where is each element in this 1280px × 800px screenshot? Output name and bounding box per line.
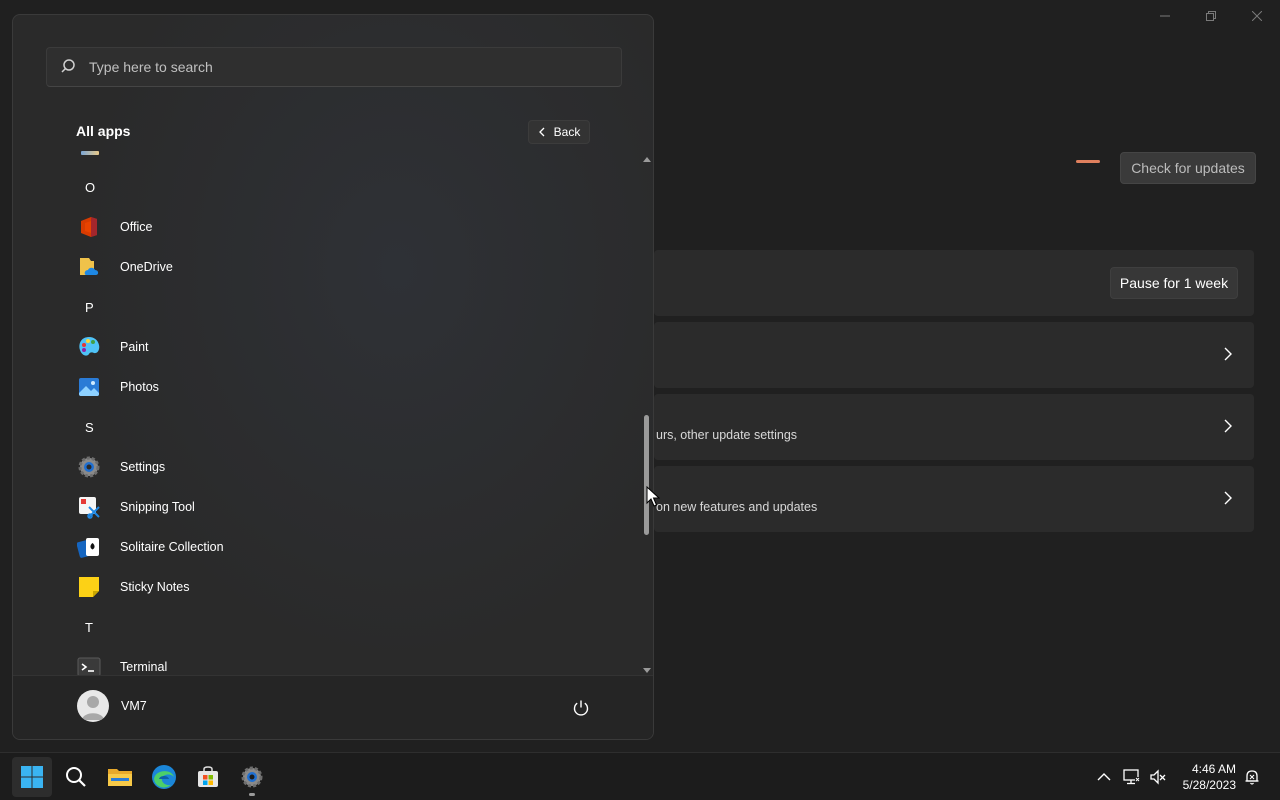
pause-updates-card: Pause for 1 week <box>654 250 1254 316</box>
user-name[interactable]: VM7 <box>121 699 147 713</box>
solitaire-icon <box>77 538 99 558</box>
app-label: Sticky Notes <box>120 580 190 594</box>
app-list-scrollbar[interactable] <box>640 155 653 675</box>
app-item-terminal[interactable]: Terminal <box>71 649 631 675</box>
start-button[interactable] <box>12 757 52 797</box>
card-subtext: on new features and updates <box>656 500 818 514</box>
letter-label: S <box>85 419 94 435</box>
letter-label: P <box>85 299 94 315</box>
office-icon <box>81 217 97 237</box>
app-item-settings[interactable]: Settings <box>71 449 631 485</box>
photos-icon <box>79 378 99 396</box>
file-explorer-icon <box>108 769 132 786</box>
edge-icon <box>152 765 176 789</box>
chevron-right-icon <box>1224 347 1232 361</box>
mouse-cursor-icon <box>646 486 660 507</box>
check-for-updates-button[interactable]: Check for updates <box>1120 152 1256 184</box>
user-avatar[interactable] <box>77 690 109 722</box>
taskbar-settings[interactable] <box>232 757 272 797</box>
sticky-notes-icon <box>79 577 99 597</box>
user-icon <box>82 696 104 720</box>
start-icon <box>21 766 43 788</box>
onedrive-icon <box>80 258 99 275</box>
search-box[interactable] <box>46 47 622 87</box>
advanced-options-card[interactable]: urs, other update settings <box>654 394 1254 460</box>
running-indicator <box>249 793 255 796</box>
minimize-button[interactable] <box>1142 4 1188 28</box>
app-item-snipping-tool[interactable]: Snipping Tool <box>71 489 631 525</box>
app-item-paint[interactable]: Paint <box>71 329 631 365</box>
chevron-right-icon <box>1224 491 1232 505</box>
taskbar-edge[interactable] <box>144 757 184 797</box>
show-hidden-icons-button[interactable] <box>1094 767 1114 787</box>
network-button[interactable] <box>1122 767 1142 787</box>
card-subtext: urs, other update settings <box>656 428 798 442</box>
paint-icon <box>79 337 100 356</box>
volume-button[interactable] <box>1148 767 1168 787</box>
app-label: OneDrive <box>120 260 173 274</box>
scroll-thumb[interactable] <box>644 415 649 535</box>
search-icon <box>66 767 86 787</box>
taskbar-search-button[interactable] <box>56 757 96 797</box>
power-button[interactable] <box>567 694 595 722</box>
app-item-onedrive[interactable]: OneDrive <box>71 249 631 285</box>
taskbar-clock[interactable]: 4:46 AM 5/28/2023 <box>1176 761 1236 793</box>
app-label: Settings <box>120 460 166 474</box>
letter-header-t[interactable]: T <box>71 609 631 645</box>
app-label: Office <box>120 220 153 234</box>
back-button[interactable]: Back <box>528 120 590 144</box>
update-status-accent <box>1076 160 1100 163</box>
letter-header-p[interactable]: P <box>71 289 631 325</box>
clock-date: 5/28/2023 <box>1182 778 1236 792</box>
notification-bell-icon <box>1245 770 1259 785</box>
settings-icon <box>78 456 100 478</box>
search-input[interactable] <box>89 59 589 75</box>
search-icon <box>61 59 75 73</box>
insider-program-card[interactable]: on new features and updates <box>654 466 1254 532</box>
app-label: Terminal <box>120 660 168 674</box>
letter-header-o[interactable]: O <box>71 169 631 205</box>
app-list: O Office OneDrive P Paint Photos S Setti… <box>13 145 639 675</box>
power-icon <box>573 700 589 716</box>
chevron-left-icon <box>538 127 545 137</box>
letter-header-s[interactable]: S <box>71 409 631 445</box>
app-item-photos[interactable]: Photos <box>71 369 631 405</box>
snipping-tool-icon <box>79 497 100 519</box>
letter-label: T <box>85 619 93 635</box>
chevron-right-icon <box>1224 419 1232 433</box>
start-menu-footer: VM7 <box>13 675 653 739</box>
close-icon <box>1252 11 1262 21</box>
settings-icon <box>241 766 263 788</box>
scroll-up-arrow-icon[interactable] <box>642 155 652 163</box>
app-label: Snipping Tool <box>120 500 195 514</box>
terminal-icon <box>77 657 101 675</box>
notifications-button[interactable] <box>1242 767 1262 787</box>
letter-label: O <box>85 179 96 195</box>
pause-updates-button[interactable]: Pause for 1 week <box>1110 267 1238 299</box>
maximize-button[interactable] <box>1188 4 1234 28</box>
all-apps-title: All apps <box>76 123 131 139</box>
app-item-solitaire[interactable]: Solitaire Collection <box>71 529 631 565</box>
clock-time: 4:46 AM <box>1191 762 1236 776</box>
app-item-sticky-notes[interactable]: Sticky Notes <box>71 569 631 605</box>
app-item-office[interactable]: Office <box>71 209 631 245</box>
app-label: Solitaire Collection <box>120 540 224 554</box>
minimize-icon <box>1160 15 1170 17</box>
network-icon <box>1123 769 1140 785</box>
close-button[interactable] <box>1234 4 1280 28</box>
taskbar-file-explorer[interactable] <box>100 757 140 797</box>
volume-muted-icon <box>1150 769 1166 785</box>
back-label: Back <box>553 125 581 139</box>
app-label: Photos <box>120 380 159 394</box>
chevron-up-icon <box>1097 773 1111 781</box>
restore-icon <box>1206 11 1216 21</box>
store-icon <box>198 766 218 787</box>
app-label: Paint <box>120 340 149 354</box>
taskbar: 4:46 AM 5/28/2023 <box>0 752 1280 800</box>
scroll-down-arrow-icon[interactable] <box>642 667 652 675</box>
taskbar-store[interactable] <box>188 757 228 797</box>
app-icon-partial <box>81 151 99 155</box>
update-history-card[interactable] <box>654 322 1254 388</box>
start-menu: All apps Back O Office OneDrive P <box>12 14 654 740</box>
